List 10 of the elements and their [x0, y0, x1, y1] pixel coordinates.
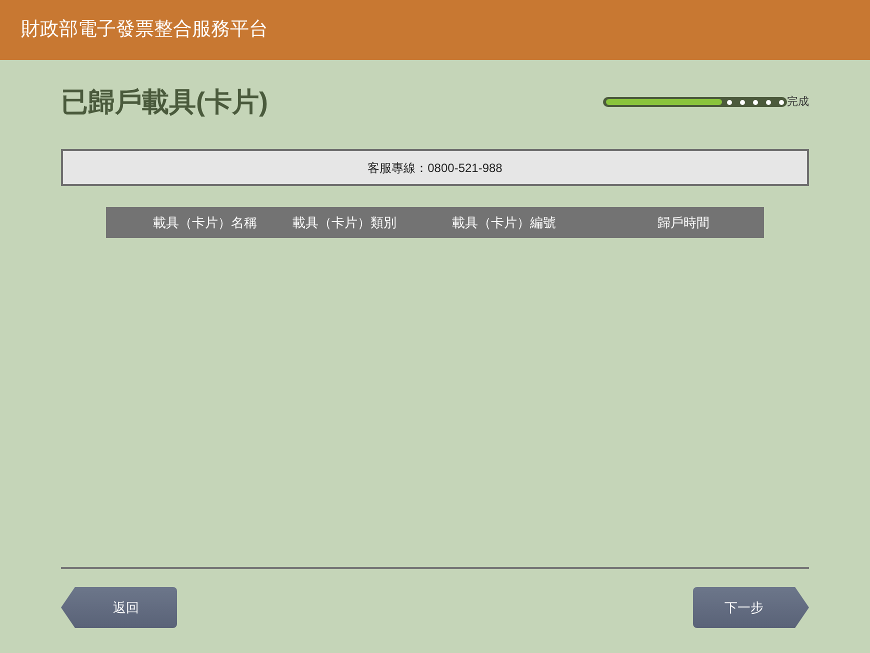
site-title: 財政部電子發票整合服務平台	[21, 18, 268, 42]
back-button[interactable]: 返回	[61, 587, 177, 628]
next-button[interactable]: 下一步	[693, 587, 809, 628]
column-header: 載具（卡片）名稱	[152, 214, 258, 232]
column-header: 歸戶時間	[656, 214, 710, 232]
hotline-text: 客服專線：0800-521-988	[368, 160, 502, 176]
column-header: 載具（卡片）類別	[291, 214, 398, 232]
column-header: 載具（卡片）編號	[450, 214, 557, 232]
page-title: 已歸戶載具(卡片)	[61, 86, 268, 119]
progress-label: 完成	[787, 94, 809, 110]
